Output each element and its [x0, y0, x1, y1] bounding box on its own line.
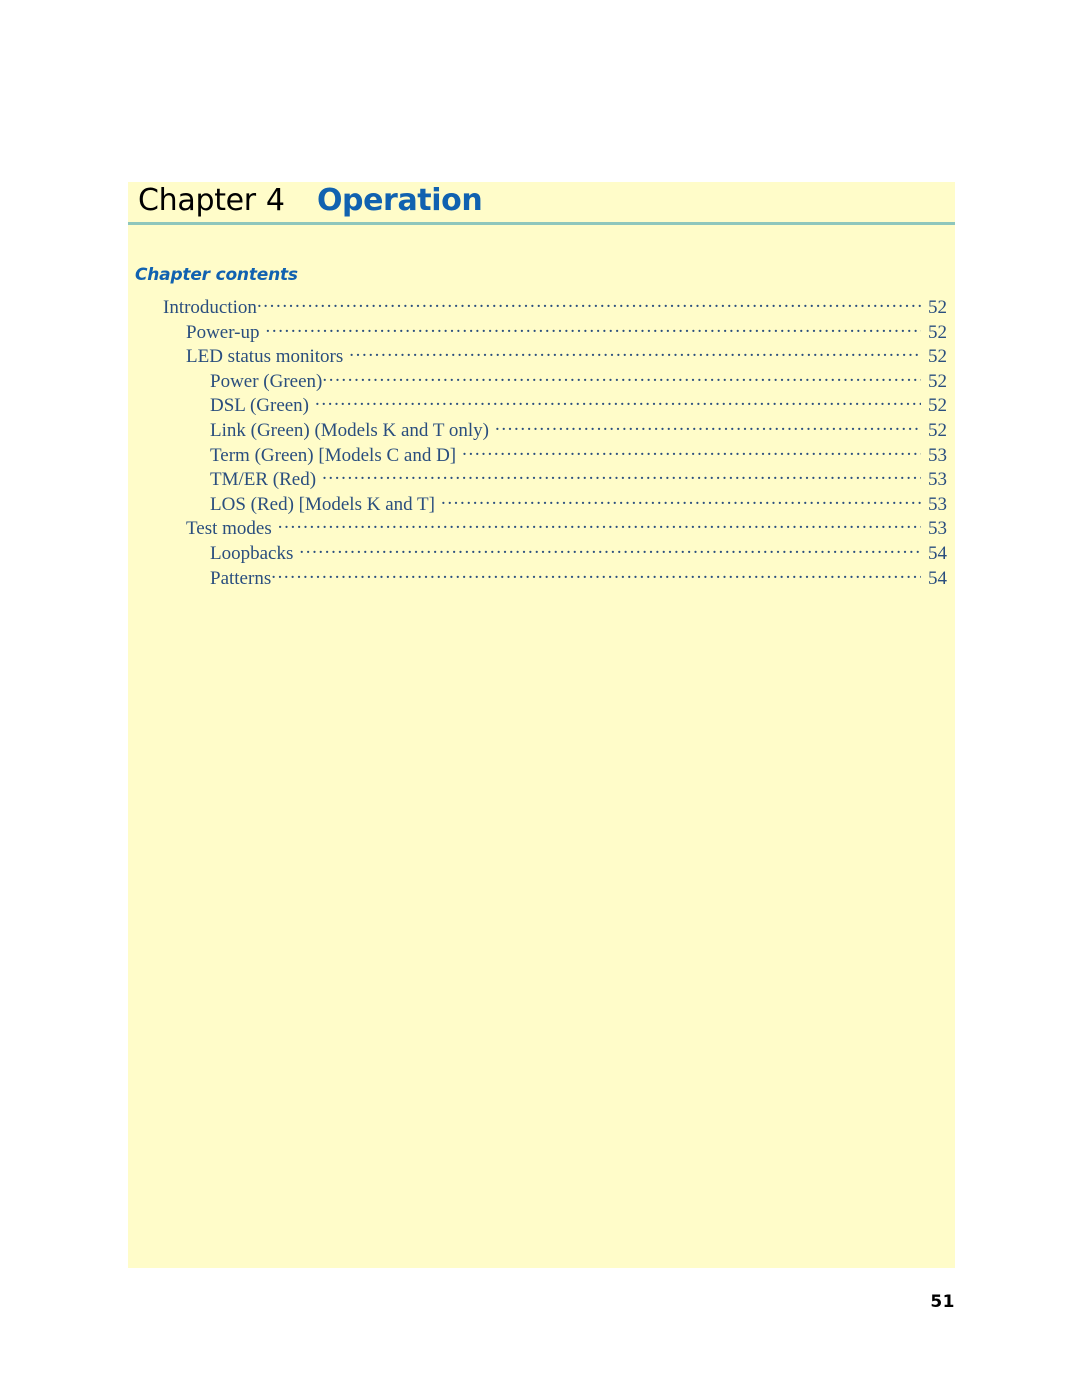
toc-dot-leader	[257, 294, 921, 313]
toc-dot-leader	[349, 343, 921, 362]
toc-entry[interactable]: DSL (Green) 52	[128, 392, 955, 417]
toc-entry-page-number: 54	[928, 542, 947, 564]
toc-entry-label: LOS (Red) [Models K and T]	[210, 493, 435, 515]
chapter-title: Operation	[316, 183, 483, 218]
toc-entry-page-number: 52	[928, 395, 947, 417]
toc-entry[interactable]: Loopbacks 54	[128, 540, 955, 565]
toc-entry-page-number: 53	[928, 518, 947, 540]
toc-entry[interactable]: LED status monitors 52	[128, 343, 955, 368]
toc-entry-label: Introduction	[163, 297, 257, 318]
toc-entry[interactable]: Test modes 53	[128, 515, 955, 540]
toc-entry[interactable]: Power (Green) 52	[128, 368, 955, 393]
header-divider-rule	[128, 222, 955, 225]
toc-entry-page-number: 52	[928, 419, 947, 441]
page-folio: 51	[930, 1292, 955, 1312]
toc-dot-leader	[271, 565, 921, 584]
toc-entry-page-number: 53	[928, 469, 947, 491]
toc-dot-leader	[278, 515, 921, 534]
toc-entry-label: Term (Green) [Models C and D]	[210, 444, 457, 466]
toc-dot-leader	[322, 368, 921, 387]
toc-dot-leader	[322, 466, 921, 485]
toc-dot-leader	[441, 491, 921, 510]
chapter-number: 4	[265, 183, 285, 218]
toc-entry-page-number: 52	[928, 370, 947, 392]
chapter-word: Chapter	[138, 183, 256, 218]
toc-entry-label: Power (Green)	[210, 370, 323, 392]
toc-entry-label: Loopbacks	[210, 542, 294, 564]
toc-entry-page-number: 52	[928, 321, 947, 343]
toc-entry-label: Link (Green) (Models K and T only)	[210, 419, 489, 441]
toc-dot-leader	[462, 442, 921, 461]
toc-entry[interactable]: Introduction 52	[128, 294, 955, 319]
toc-entry-page-number: 52	[928, 346, 947, 368]
chapter-contents-heading: Chapter contents	[135, 265, 298, 285]
table-of-contents: Introduction52Power-up52LED status monit…	[128, 294, 955, 589]
toc-entry-page-number: 54	[928, 567, 947, 589]
toc-dot-leader	[266, 319, 922, 338]
toc-entry-label: DSL (Green)	[210, 395, 310, 417]
toc-entry[interactable]: Link (Green) (Models K and T only) 52	[128, 417, 955, 442]
toc-entry-label: Test modes	[186, 518, 272, 540]
toc-entry-page-number: 53	[928, 493, 947, 515]
toc-entry-label: LED status monitors	[186, 346, 344, 368]
toc-entry-label: Patterns	[210, 567, 272, 589]
toc-entry[interactable]: Power-up 52	[128, 319, 955, 344]
toc-entry-label: TM/ER (Red)	[210, 469, 317, 491]
toc-entry[interactable]: Term (Green) [Models C and D] 53	[128, 442, 955, 467]
toc-entry-page-number: 53	[928, 444, 947, 466]
toc-entry-label: Power-up	[186, 321, 260, 343]
toc-entry-page-number: 52	[928, 297, 947, 318]
toc-entry[interactable]: LOS (Red) [Models K and T] 53	[128, 491, 955, 516]
toc-entry[interactable]: Patterns 54	[128, 565, 955, 590]
toc-dot-leader	[315, 392, 921, 411]
chapter-header: Chapter 4 Operation	[138, 184, 948, 222]
toc-dot-leader	[299, 540, 921, 559]
toc-entry[interactable]: TM/ER (Red) 53	[128, 466, 955, 491]
toc-dot-leader	[495, 417, 921, 436]
page-content-block: Chapter 4 Operation Chapter contents Int…	[128, 182, 955, 1268]
